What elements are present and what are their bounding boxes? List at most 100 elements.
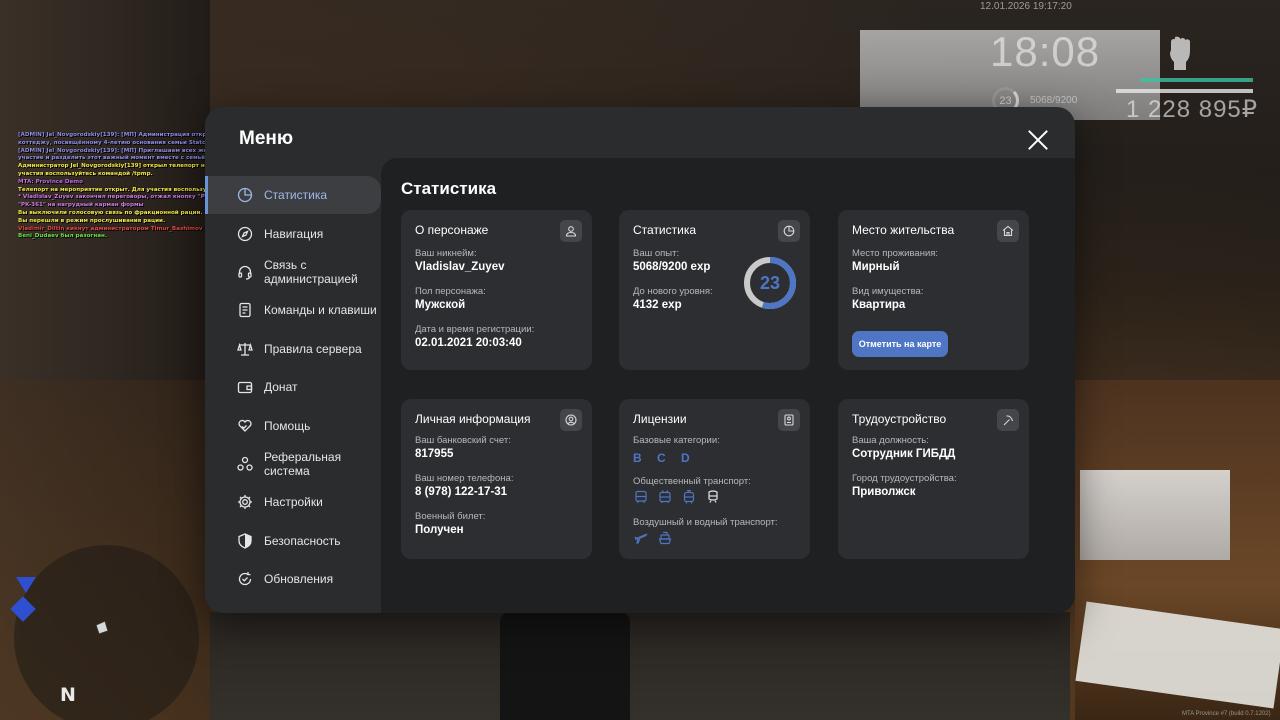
sidebar-item-statistics[interactable]: Статистика: [205, 176, 381, 215]
field-label: Ваш опыт:: [633, 248, 680, 259]
content-panel: Статистика О персонаже Ваш никнейм: Vlad…: [381, 158, 1075, 613]
work-city-value: Приволжск: [852, 486, 916, 498]
sidebar-item-label: Донат: [264, 380, 298, 395]
bank-account-value: 817955: [415, 448, 454, 460]
tram-icon: [681, 489, 696, 504]
menu-title: Меню: [239, 128, 294, 149]
pickaxe-icon: [997, 409, 1019, 431]
page-title: Статистика: [401, 179, 497, 198]
position-value: Сотрудник ГИБДД: [852, 448, 956, 460]
sidebar-item-commands[interactable]: Команды и клавиши: [205, 291, 381, 329]
background-floor-bottom: [210, 612, 1070, 720]
field-label: Пол персонажа:: [415, 286, 486, 297]
hud-exp: 5068/9200: [1030, 95, 1078, 106]
field-label: Место проживания:: [852, 248, 939, 259]
personal-info-card: Личная информация Ваш банковский счет: 8…: [401, 399, 592, 559]
id-card-icon: [778, 409, 800, 431]
pie-chart-icon: [778, 220, 800, 242]
sidebar-item-label: Статистика: [264, 188, 328, 203]
field-label: Воздушный и водный транспорт:: [633, 517, 778, 528]
card-title: Трудоустройство: [852, 412, 947, 426]
residence-card: Место жительства Место проживания: Мирны…: [838, 210, 1029, 370]
shield-icon: [237, 532, 253, 549]
heart-hands-icon: [237, 418, 253, 434]
phone-value: 8 (978) 122-17-31: [415, 486, 508, 498]
field-label: Базовые категории:: [633, 435, 720, 446]
sidebar-item-label: Правила сервера: [264, 341, 362, 356]
field-label: Город трудоустройства:: [852, 473, 957, 484]
sidebar-item-label: Безопасность: [264, 533, 341, 548]
sidebar-item-contact-admin[interactable]: Связь с администрацией: [205, 253, 381, 291]
field-label: Вид имущества:: [852, 286, 924, 297]
character-card: О персонаже Ваш никнейм: Vladislav_Zuyev…: [401, 210, 592, 370]
document-icon: [237, 302, 253, 318]
build-version: MTA Province #7 (build 0.7.1202): [1182, 711, 1271, 717]
licenses-card: Лицензии Базовые категории: B C D Общест…: [619, 399, 810, 559]
ship-icon: [657, 530, 672, 545]
hud-clock: 18:08: [990, 28, 1101, 75]
field-label: Ваша должность:: [852, 435, 929, 446]
statistics-card: Статистика Ваш опыт: 5068/9200 exp До но…: [619, 210, 810, 370]
fist-icon: [1160, 34, 1200, 74]
field-label: Дата и время регистрации:: [415, 324, 535, 335]
field-label: Ваш номер телефона:: [415, 473, 514, 484]
user-circle-icon: [560, 409, 582, 431]
sidebar-item-rules[interactable]: Правила сервера: [205, 330, 381, 368]
hud-date: 12.01.2026 19:17:20: [980, 1, 1072, 12]
bus-icon: [633, 489, 648, 504]
menu-window: Меню Статистика Навигация Связь с админи…: [205, 107, 1075, 613]
sidebar-item-referral[interactable]: Реферальная система: [205, 445, 381, 483]
close-icon[interactable]: [1027, 129, 1049, 151]
employment-card: Трудоустройство Ваша должность: Сотрудни…: [838, 399, 1029, 559]
menu-sidebar: Статистика Навигация Связь с администрац…: [205, 176, 381, 598]
field-label: Общественный транспорт:: [633, 476, 751, 487]
sidebar-item-label: Помощь: [264, 418, 311, 433]
level-progress-ring: 23: [743, 256, 797, 310]
field-label: До нового уровня:: [633, 286, 713, 297]
update-icon: [237, 571, 253, 587]
sidebar-item-label: Команды и клавиши: [264, 303, 377, 318]
card-title: Статистика: [633, 223, 697, 237]
level-number: 23: [759, 272, 781, 293]
trolleybus-icon: [657, 489, 672, 504]
gear-icon: [237, 494, 253, 510]
airplane-icon: [633, 530, 648, 545]
sidebar-item-donate[interactable]: Донат: [205, 368, 381, 406]
sidebar-item-label: Связь с администрацией: [264, 257, 358, 286]
sidebar-item-help[interactable]: Помощь: [205, 406, 381, 444]
nickname-value: Vladislav_Zuyev: [415, 261, 505, 273]
mark-on-map-button[interactable]: Отметить на карте: [852, 331, 948, 357]
card-title: О персонаже: [415, 223, 489, 237]
registration-value: 02.01.2021 20:03:40: [415, 337, 522, 349]
field-label: Ваш никнейм:: [415, 248, 477, 259]
hud-money: 1 228 895₽: [1126, 96, 1259, 123]
exp-value: 5068/9200 exp: [633, 261, 711, 273]
hud-health-bar: [1140, 78, 1253, 82]
hud-armor-bar: [1116, 89, 1253, 93]
metro-icon: [705, 489, 720, 504]
sidebar-item-navigation[interactable]: Навигация: [205, 214, 381, 252]
background-monitor: [1080, 470, 1230, 560]
scales-icon: [237, 341, 253, 357]
map-marker-icon: [16, 577, 36, 593]
player-arrow-icon: [94, 620, 110, 636]
field-label: Военный билет:: [415, 511, 486, 522]
property-value: Квартира: [852, 299, 906, 311]
sidebar-item-settings[interactable]: Настройки: [205, 483, 381, 521]
stats-icon: [237, 187, 253, 203]
sidebar-item-label: Реферальная система: [264, 449, 342, 478]
card-title: Личная информация: [415, 412, 531, 426]
card-title: Место жительства: [852, 223, 955, 237]
residence-value: Мирный: [852, 261, 900, 273]
sidebar-item-security[interactable]: Безопасность: [205, 522, 381, 560]
referral-icon: [237, 456, 253, 472]
license-categories: B C D: [633, 451, 696, 465]
background-character: [500, 612, 630, 720]
gender-value: Мужской: [415, 299, 466, 311]
user-icon: [560, 220, 582, 242]
headset-icon: [237, 264, 253, 280]
field-label: Ваш банковский счет:: [415, 435, 511, 446]
sidebar-item-label: Настройки: [264, 495, 323, 510]
sidebar-item-label: Обновления: [264, 572, 334, 587]
sidebar-item-updates[interactable]: Обновления: [205, 560, 381, 598]
